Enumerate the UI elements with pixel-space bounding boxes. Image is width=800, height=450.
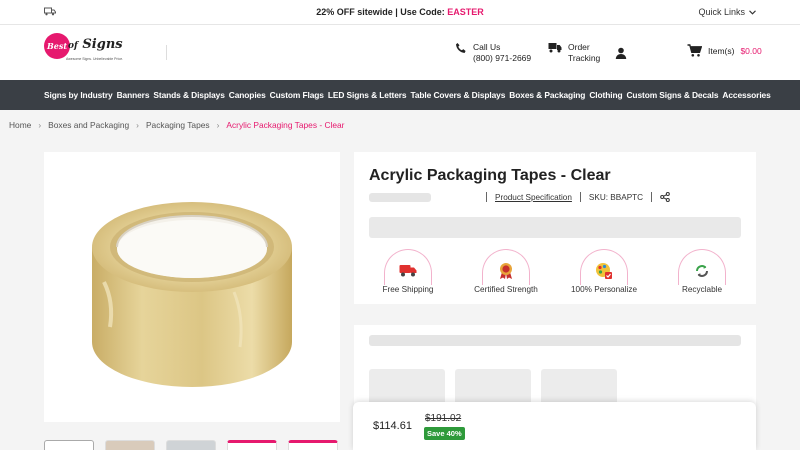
product-image-card[interactable] xyxy=(44,152,340,422)
thumbnail-strip xyxy=(44,440,338,450)
truck-icon xyxy=(44,7,56,18)
feature-label: Certified Strength xyxy=(474,285,538,294)
nav-item-custom-signs-decals[interactable]: Custom Signs & Decals xyxy=(626,90,718,100)
nav-item-signs-by-industry[interactable]: Signs by Industry xyxy=(44,90,113,100)
product-title: Acrylic Packaging Tapes - Clear xyxy=(369,167,611,184)
feature-list: Free Shipping Certified Strength 100% Pe… xyxy=(369,249,741,294)
site-header: Best of Signs Awesome Signs. Unbelievabl… xyxy=(0,25,800,80)
nav-item-accessories[interactable]: Accessories xyxy=(722,90,770,100)
header-divider xyxy=(166,45,167,60)
feature-certified-strength: Certified Strength xyxy=(467,249,545,294)
cart-icon xyxy=(687,44,702,57)
user-icon xyxy=(615,47,627,59)
loading-placeholder xyxy=(369,217,741,238)
meta-divider xyxy=(486,192,487,202)
promo-bar: 22% OFF sitewide | Use Code: EASTER Quic… xyxy=(0,0,800,25)
quick-links-label: Quick Links xyxy=(698,7,745,17)
order-label-1: Order xyxy=(568,42,590,52)
thumbnail-1[interactable] xyxy=(44,440,94,450)
thumbnail-2[interactable] xyxy=(105,440,155,450)
nav-item-stands-displays[interactable]: Stands & Displays xyxy=(153,90,224,100)
original-price: $191.02 xyxy=(425,413,462,424)
feature-badge xyxy=(678,249,726,285)
breadcrumb-packaging-tapes[interactable]: Packaging Tapes xyxy=(146,120,210,130)
product-sku: SKU: BBAPTC xyxy=(588,192,644,202)
product-specification-link[interactable]: Product Specification xyxy=(495,193,572,202)
logo-tagline: Awesome Signs. Unbelievable Price. xyxy=(66,57,124,61)
nav-item-banners[interactable]: Banners xyxy=(117,90,150,100)
promo-code: EASTER xyxy=(447,7,484,17)
quick-links-dropdown[interactable]: Quick Links xyxy=(698,7,756,17)
meta-divider xyxy=(579,192,581,202)
product-info-card: Acrylic Packaging Tapes - Clear Product … xyxy=(354,152,756,304)
cart-amount: $0.00 xyxy=(740,45,762,56)
phone-icon xyxy=(456,43,466,53)
nav-item-table-covers[interactable]: Table Covers & Displays xyxy=(410,90,505,100)
feature-label: Recyclable xyxy=(681,285,723,294)
order-label-2: Tracking xyxy=(568,53,601,63)
recycle-icon xyxy=(696,264,708,277)
feature-personalize: 100% Personalize xyxy=(565,249,643,294)
logo-name: of Signs xyxy=(68,37,123,52)
award-ribbon-icon xyxy=(500,262,512,279)
feature-free-shipping: Free Shipping xyxy=(369,249,447,294)
feature-label: 100% Personalize xyxy=(571,285,637,294)
cart-items-label: Item(s) xyxy=(708,45,735,56)
main-nav: Signs by Industry Banners Stands & Displ… xyxy=(0,80,800,110)
breadcrumb-boxes-packaging[interactable]: Boxes and Packaging xyxy=(48,120,129,130)
breadcrumb-separator-icon: › xyxy=(136,120,139,130)
site-logo[interactable]: Best of Signs Awesome Signs. Unbelievabl… xyxy=(44,33,144,67)
discount-badge: Save 40% xyxy=(424,427,465,440)
current-price: $114.61 xyxy=(373,420,412,432)
nav-item-clothing[interactable]: Clothing xyxy=(589,90,622,100)
delivery-truck-icon xyxy=(399,265,417,277)
share-icon[interactable] xyxy=(660,192,670,202)
rating-placeholder xyxy=(369,193,431,202)
order-tracking-link[interactable]: Order Tracking xyxy=(548,42,600,64)
palette-icon xyxy=(596,262,612,279)
call-us-link[interactable]: Call Us (800) 971-2669 xyxy=(455,42,531,64)
nav-item-led-signs[interactable]: LED Signs & Letters xyxy=(328,90,407,100)
nav-item-canopies[interactable]: Canopies xyxy=(229,90,266,100)
promo-text: 22% OFF sitewide | Use Code: EASTER xyxy=(316,7,484,17)
chevron-down-icon xyxy=(749,9,756,15)
product-image xyxy=(92,202,292,387)
truck-icon xyxy=(548,43,562,53)
meta-divider xyxy=(651,192,653,202)
thumbnail-3[interactable] xyxy=(166,440,216,450)
product-meta: Product Specification SKU: BBAPTC xyxy=(486,192,670,202)
breadcrumb-separator-icon: › xyxy=(38,120,42,130)
logo-mark: Best xyxy=(44,33,70,59)
breadcrumb: Home › Boxes and Packaging › Packaging T… xyxy=(9,120,344,130)
call-number: (800) 971-2669 xyxy=(473,53,532,63)
thumbnail-4[interactable] xyxy=(227,440,277,450)
feature-badge xyxy=(580,249,628,285)
call-label: Call Us xyxy=(473,42,501,52)
nav-item-custom-flags[interactable]: Custom Flags xyxy=(270,90,324,100)
feature-label: Free Shipping xyxy=(382,285,434,294)
feature-badge xyxy=(384,249,432,285)
cart-button[interactable]: Item(s) $0.00 xyxy=(687,44,762,57)
breadcrumb-home[interactable]: Home xyxy=(9,120,31,130)
feature-badge xyxy=(482,249,530,285)
price-bar: $114.61 $191.02 Save 40% xyxy=(353,402,756,450)
feature-recyclable: Recyclable xyxy=(663,249,741,294)
breadcrumb-current: Acrylic Packaging Tapes - Clear xyxy=(226,120,345,130)
nav-item-boxes-packaging[interactable]: Boxes & Packaging xyxy=(509,90,585,100)
thumbnail-5[interactable] xyxy=(288,440,338,450)
account-button[interactable] xyxy=(615,46,627,64)
loading-placeholder xyxy=(369,335,741,346)
breadcrumb-separator-icon: › xyxy=(216,120,220,130)
